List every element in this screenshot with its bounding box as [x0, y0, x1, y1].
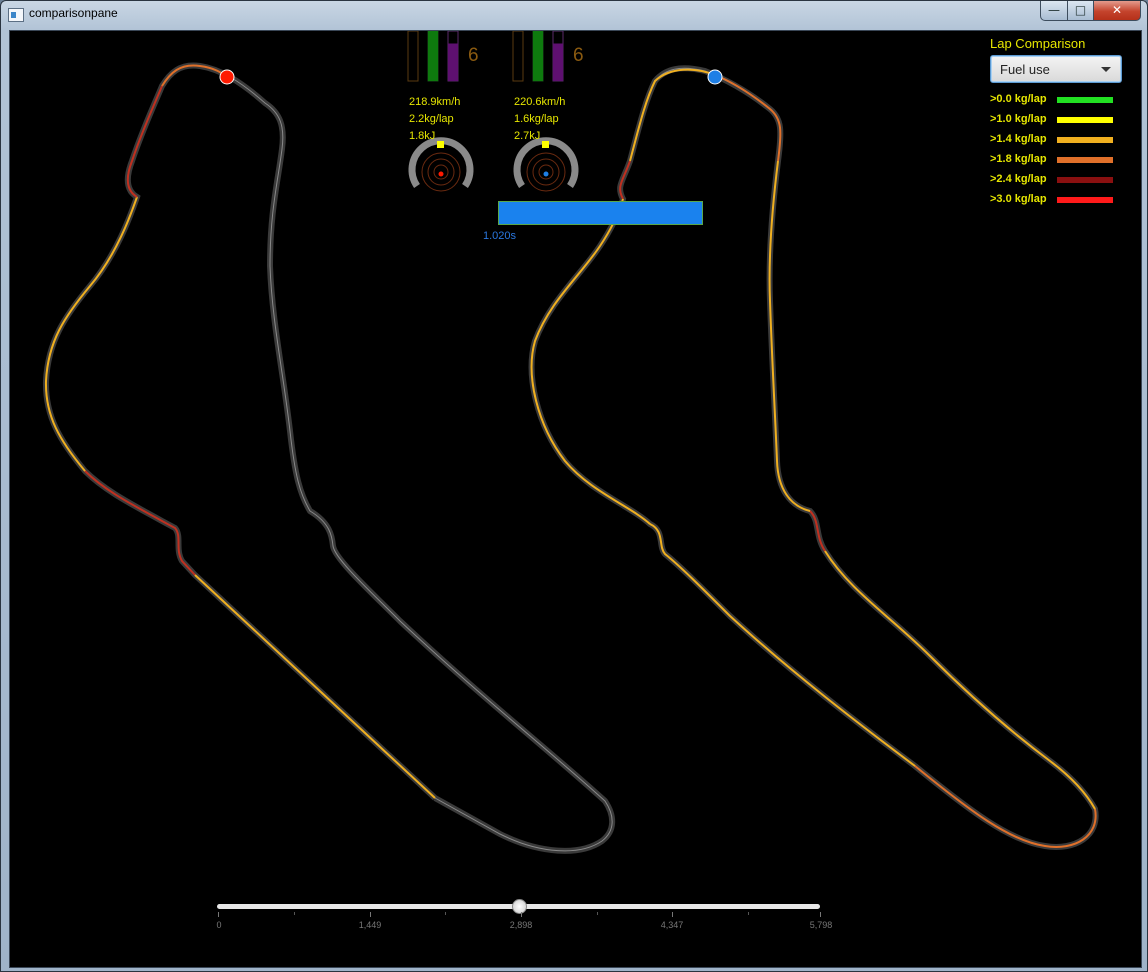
- legend-swatch: [1057, 97, 1113, 103]
- distance-slider[interactable]: 0 1,449 2,898 4,347 5,798: [215, 899, 832, 939]
- slider-tick: [218, 912, 219, 917]
- app-icon: [8, 8, 24, 22]
- legend-label: >1.4 kg/lap: [990, 133, 1047, 145]
- car-b-brake-bar: [512, 31, 524, 82]
- legend-label: >2.4 kg/lap: [990, 173, 1047, 185]
- slider-tick-label: 5,798: [809, 920, 833, 930]
- car-b-fuel: 1.6kg/lap: [514, 113, 559, 125]
- legend-swatch: [1057, 197, 1113, 203]
- track-canvas: [10, 31, 1141, 967]
- car-a-fuel: 2.2kg/lap: [409, 113, 454, 125]
- car-b-position-marker: [707, 69, 723, 85]
- track-b-segment: [649, 523, 916, 767]
- legend-item: >1.4 kg/lap: [990, 131, 1115, 151]
- car-b-gauge-dot: [543, 171, 549, 177]
- car-a-throttle-fill: [428, 31, 438, 81]
- car-a-energy: 1.8kJ: [409, 130, 436, 142]
- car-a-speed: 218.9km/h: [409, 96, 461, 108]
- car-b-steering-gauge: [513, 137, 579, 192]
- slider-tick-label: 2,898: [509, 920, 533, 930]
- car-b-energy: 2.7kJ: [514, 130, 541, 142]
- slider-tick: [370, 912, 371, 917]
- track-b-segment: [714, 74, 782, 162]
- track-b-segment: [824, 550, 1096, 810]
- slider-tick: [294, 912, 295, 915]
- comparison-pane: 6 6 218.9km/h 2.2kg/lap 1.8kJ 220.6km/h …: [9, 30, 1142, 968]
- track-b-segment: [530, 198, 651, 525]
- car-a-brake-bar: [407, 31, 419, 82]
- track-b-segment: [629, 68, 716, 162]
- legend-label: >1.0 kg/lap: [990, 113, 1047, 125]
- car-a-position-marker: [219, 69, 235, 85]
- slider-tick: [820, 912, 821, 917]
- time-delta-label: 1.020s: [483, 230, 517, 242]
- legend-swatch: [1057, 157, 1113, 163]
- legend-item: >1.0 kg/lap: [990, 111, 1115, 131]
- legend-label: >1.8 kg/lap: [990, 153, 1047, 165]
- maximize-button[interactable]: □: [1067, 1, 1094, 21]
- slider-tick: [672, 912, 673, 917]
- legend-item: >0.0 kg/lap: [990, 91, 1115, 111]
- metric-select-value: Fuel use: [1000, 62, 1050, 77]
- app-window: comparisonpane — □ ✕ 6 6 218.9km/h 2.2kg…: [0, 0, 1148, 972]
- slider-tick: [445, 912, 446, 915]
- slider-thumb[interactable]: [511, 899, 527, 914]
- window-title: comparisonpane: [29, 6, 118, 20]
- car-a-steering-gauge: [408, 137, 474, 192]
- chevron-down-icon[interactable]: [1101, 67, 1111, 72]
- legend-label: >0.0 kg/lap: [990, 93, 1047, 105]
- car-b-throttle-fill: [533, 31, 543, 81]
- lap-comparison-title: Lap Comparison: [990, 36, 1086, 51]
- car-a-readouts: 218.9km/h 2.2kg/lap 1.8kJ: [409, 94, 460, 145]
- car-a-ers-fill: [448, 43, 458, 81]
- car-b-gear: 6: [573, 45, 584, 66]
- car-a-gear: 6: [468, 45, 479, 66]
- slider-tick: [597, 912, 598, 915]
- track-a-segment: [194, 574, 436, 799]
- car-a-input-bars: [407, 31, 459, 82]
- slider-tick-label: 4,347: [660, 920, 684, 930]
- car-b-input-bars: [512, 31, 564, 82]
- fuel-legend: >0.0 kg/lap >1.0 kg/lap >1.4 kg/lap >1.8…: [990, 91, 1115, 211]
- car-b-speed: 220.6km/h: [514, 96, 566, 108]
- legend-swatch: [1057, 137, 1113, 143]
- close-button[interactable]: ✕: [1093, 1, 1141, 21]
- time-delta-bar: [498, 201, 703, 225]
- legend-item: >2.4 kg/lap: [990, 171, 1115, 191]
- car-b-ers-fill: [553, 43, 563, 81]
- legend-swatch: [1057, 117, 1113, 123]
- slider-tick: [748, 912, 749, 915]
- legend-item: >1.8 kg/lap: [990, 151, 1115, 171]
- slider-tick: [521, 912, 522, 917]
- legend-label: >3.0 kg/lap: [990, 193, 1047, 205]
- title-bar[interactable]: comparisonpane — □ ✕: [1, 1, 1147, 29]
- slider-tick-label: 0: [216, 920, 222, 930]
- car-b-readouts: 220.6km/h 1.6kg/lap 2.7kJ: [514, 94, 565, 145]
- legend-swatch: [1057, 177, 1113, 183]
- minimize-button[interactable]: —: [1040, 1, 1068, 21]
- metric-select[interactable]: Fuel use: [990, 55, 1122, 83]
- slider-tick-label: 1,449: [358, 920, 382, 930]
- car-a-gauge-dot: [438, 171, 444, 177]
- legend-item: >3.0 kg/lap: [990, 191, 1115, 211]
